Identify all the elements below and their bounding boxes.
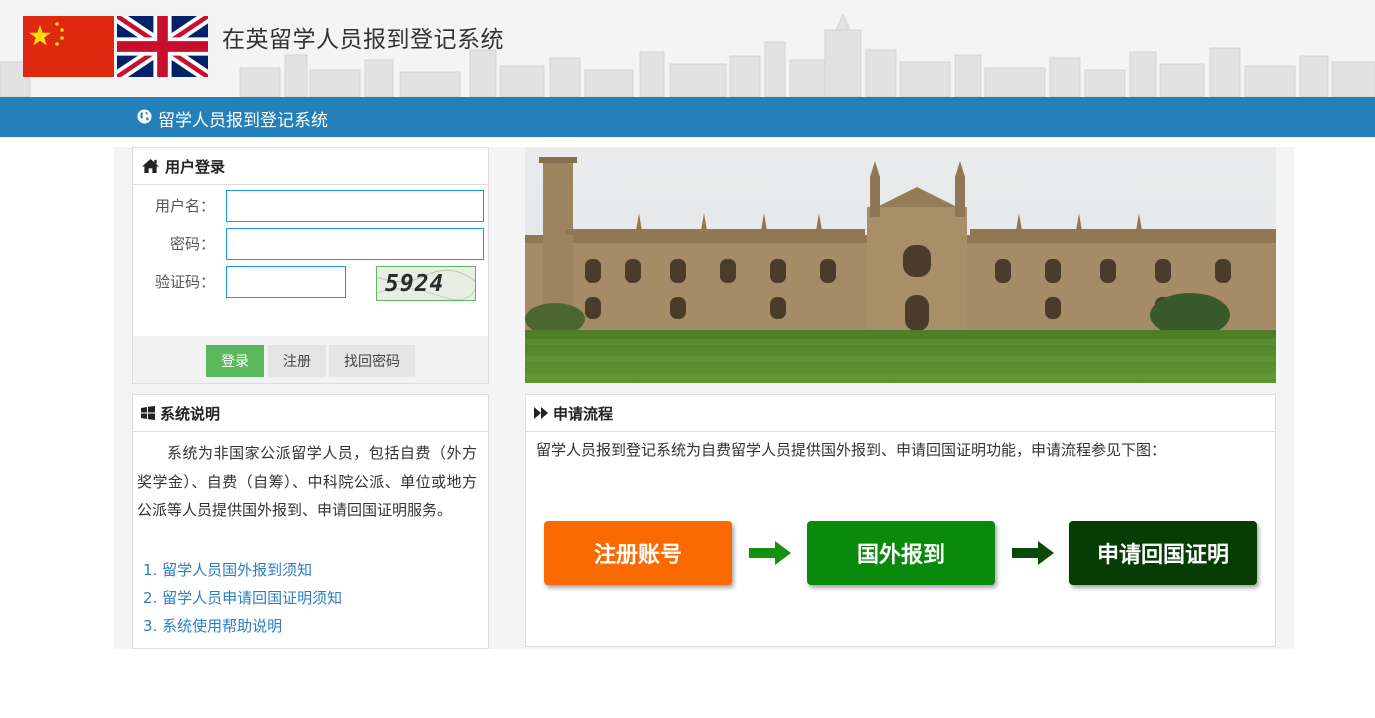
process-panel-header: 申请流程 bbox=[526, 395, 1275, 432]
china-flag bbox=[23, 16, 114, 77]
login-panel: 用户登录 用户名： 密码： 验证码： 5924 登录 注册 找回密码 bbox=[132, 147, 489, 384]
nav-title: 留学人员报到登记系统 bbox=[158, 111, 328, 131]
description-text: 系统为非国家公派留学人员，包括自费（外方奖学金）、自费（自筹）、中科院公派、单位… bbox=[137, 444, 477, 519]
captcha-image[interactable]: 5924 bbox=[376, 266, 476, 301]
password-label: 密码： bbox=[169, 235, 215, 253]
link-return-certificate-notice[interactable]: 2. 留学人员申请回国证明须知 bbox=[143, 587, 342, 608]
username-input[interactable] bbox=[226, 190, 484, 222]
link-system-help[interactable]: 3. 系统使用帮助说明 bbox=[143, 615, 282, 636]
recover-password-button[interactable]: 找回密码 bbox=[329, 345, 415, 377]
captcha-text: 5924 bbox=[385, 271, 445, 297]
login-button-bar: 登录 注册 找回密码 bbox=[133, 336, 488, 383]
arrow-right-icon bbox=[749, 541, 791, 565]
description-title: 系统说明 bbox=[160, 404, 221, 423]
link-overseas-report-notice[interactable]: 1. 留学人员国外报到须知 bbox=[143, 559, 312, 580]
navbar: 留学人员报到登记系统 bbox=[0, 97, 1375, 137]
header: 在英留学人员报到登记系统 bbox=[0, 0, 1375, 97]
college-building-image bbox=[525, 147, 1276, 383]
process-title: 申请流程 bbox=[553, 404, 614, 423]
step-overseas-report: 国外报到 bbox=[807, 521, 995, 585]
description-panel-header: 系统说明 bbox=[133, 395, 488, 432]
site-title: 在英留学人员报到登记系统 bbox=[222, 27, 504, 53]
step-return-certificate: 申请回国证明 bbox=[1069, 521, 1257, 585]
windows-icon bbox=[141, 406, 155, 420]
application-process-panel: 申请流程 留学人员报到登记系统为自费留学人员提供国外报到、申请回国证明功能，申请… bbox=[525, 394, 1276, 647]
login-panel-header: 用户登录 bbox=[133, 148, 488, 185]
password-input[interactable] bbox=[226, 228, 484, 260]
login-title: 用户登录 bbox=[165, 157, 226, 176]
captcha-input[interactable] bbox=[226, 266, 346, 298]
forward-icon bbox=[534, 407, 548, 419]
register-button[interactable]: 注册 bbox=[268, 345, 326, 377]
globe-icon bbox=[137, 109, 152, 128]
arrow-right-icon bbox=[1012, 541, 1054, 565]
login-button[interactable]: 登录 bbox=[206, 345, 264, 377]
uk-flag bbox=[113, 10, 212, 83]
system-description-panel: 系统说明 系统为非国家公派留学人员，包括自费（外方奖学金）、自费（自筹）、中科院… bbox=[132, 394, 489, 649]
step-register-account: 注册账号 bbox=[544, 521, 732, 585]
home-icon bbox=[141, 158, 160, 174]
captcha-label: 验证码： bbox=[154, 273, 215, 291]
process-text: 留学人员报到登记系统为自费留学人员提供国外报到、申请回国证明功能，申请流程参见下… bbox=[536, 441, 1167, 459]
username-label: 用户名： bbox=[154, 197, 215, 215]
